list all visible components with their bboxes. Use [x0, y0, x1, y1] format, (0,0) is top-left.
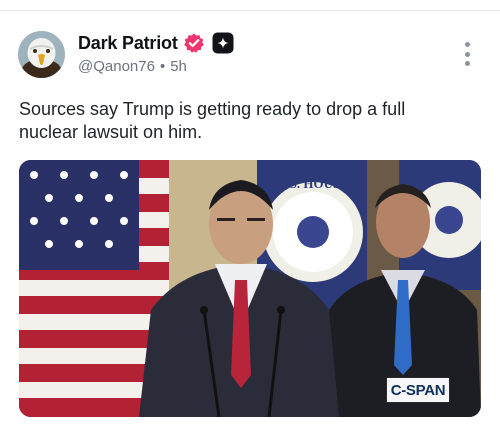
avatar[interactable] [18, 31, 65, 78]
eagle-avatar-icon [18, 31, 65, 78]
author-handle[interactable]: @Qanon76 [78, 58, 155, 75]
more-vertical-icon-dot [464, 42, 470, 47]
author-name-row: Dark Patriot [78, 32, 234, 54]
author-meta-row: @Qanon76 • 5h [78, 58, 187, 75]
meta-separator: • [159, 58, 166, 75]
more-vertical-icon-dot [464, 61, 470, 66]
verified-badge-icon [183, 32, 205, 54]
author-display-name[interactable]: Dark Patriot [78, 33, 178, 54]
post-text: Sources say Trump is getting ready to dr… [19, 99, 406, 142]
svg-text:U.S. HOUSE: U.S. HOUSE [277, 176, 349, 191]
cspan-watermark: C-SPAN [386, 377, 450, 403]
post-timestamp[interactable]: 5h [170, 58, 187, 75]
plus-badge-icon [212, 32, 234, 54]
more-vertical-icon-dot [464, 51, 470, 57]
more-options-button[interactable] [460, 42, 474, 66]
top-divider [0, 10, 500, 11]
